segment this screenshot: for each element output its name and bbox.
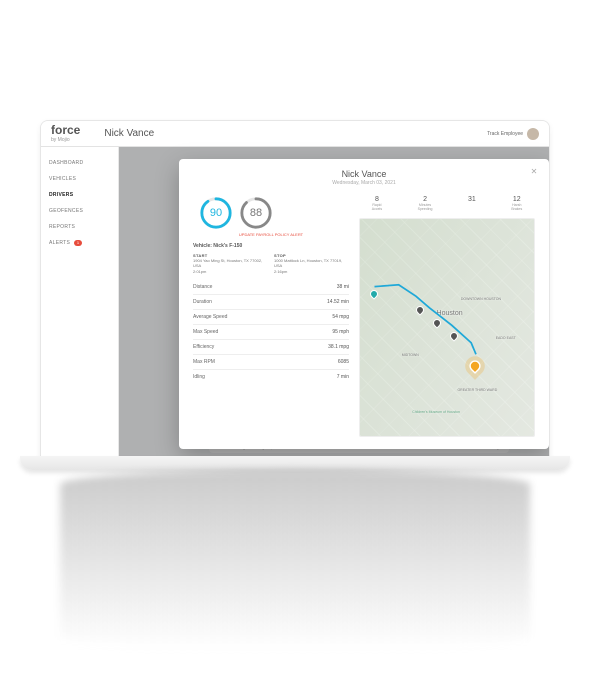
start-time: 2:01pm: [193, 269, 268, 274]
stat-key: Idling: [193, 374, 205, 380]
start-address: 1904 Yao Ming St, Houston, TX 77002, USA: [193, 258, 268, 268]
fuel-score-value: 88: [239, 196, 273, 230]
ev-lab: MinutesSpeeding: [418, 204, 433, 212]
event-rapid-accels: 8RapidAccels: [372, 196, 382, 212]
safe-score-value: 90: [199, 196, 233, 230]
sidebar-item-alerts[interactable]: ALERTS 1: [41, 235, 118, 251]
stat-val: 7 min: [337, 374, 349, 380]
stat-key: Duration: [193, 299, 212, 305]
user-label: Track Employee: [487, 131, 523, 137]
stop-address: 1000 Mattlock Ln, Houston, TX 77019, USA: [274, 258, 349, 268]
stat-key: Efficiency: [193, 344, 214, 350]
event-summary: 8RapidAccels 2MinutesSpeeding 31 12Harsh…: [359, 196, 535, 212]
modal-subtitle: Wednesday, March 03, 2021: [193, 180, 535, 186]
fuel-score-donut: 88: [239, 196, 273, 230]
laptop-shadow: [60, 470, 530, 650]
stat-key: Average Speed: [193, 314, 227, 320]
sidebar-item-reports[interactable]: REPORTS: [41, 219, 118, 235]
start-block: START 1904 Yao Ming St, Houston, TX 7700…: [193, 253, 268, 274]
modal-body: 90 88 UPDATE PAYROLL POLICY ALERT Vehicl…: [193, 196, 535, 437]
stat-row: Average Speed 54 mpg: [193, 310, 349, 325]
stat-val: 6085: [338, 359, 349, 365]
page-title: Nick Vance: [104, 128, 154, 139]
stat-val: 38 mi: [337, 284, 349, 290]
score-caption[interactable]: UPDATE PAYROLL POLICY ALERT: [193, 232, 349, 237]
stat-row: Distance 38 mi: [193, 280, 349, 295]
sidebar-item-vehicles[interactable]: VEHICLES: [41, 171, 118, 187]
stat-row: Duration 14.52 min: [193, 295, 349, 310]
stats-table: Distance 38 mi Duration 14.52 min Average …: [193, 280, 349, 384]
sidebar: DASHBOARD VEHICLES DRIVERS GEOFENCES REP…: [41, 147, 119, 459]
stat-row: Max Speed 95 mph: [193, 325, 349, 340]
ev-num: 12: [511, 196, 522, 203]
stat-val: 54 mpg: [332, 314, 349, 320]
sidebar-item-geofences[interactable]: GEOFENCES: [41, 203, 118, 219]
app-root: force by Mojio Nick Vance Track Employee…: [41, 121, 549, 459]
sidebar-item-drivers[interactable]: DRIVERS: [41, 187, 118, 203]
sidebar-item-dashboard[interactable]: DASHBOARD: [41, 155, 118, 171]
stat-val: 14.52 min: [327, 299, 349, 305]
brand-byline: by Mojio: [51, 137, 80, 143]
modal-title: Nick Vance: [193, 169, 535, 179]
trip-map[interactable]: Houston DOWNTOWN HOUSTON GREATER THIRD W…: [359, 218, 535, 437]
event-unknown: 31: [468, 196, 476, 212]
route-line: [360, 219, 534, 412]
stat-key: Distance: [193, 284, 212, 290]
ev-num: 31: [468, 196, 476, 203]
stop-time: 2:16pm: [274, 269, 349, 274]
ev-lab: [468, 204, 476, 208]
stat-row: Idling 7 min: [193, 370, 349, 384]
event-speeding: 2MinutesSpeeding: [418, 196, 433, 212]
header-right: Track Employee: [487, 128, 539, 140]
main-area: 90 88 91 123 Mission St · San Ramon, CA3…: [119, 147, 549, 459]
safe-score-donut: 90: [199, 196, 233, 230]
stat-val: 38.1 mpg: [328, 344, 349, 350]
address-row: START 1904 Yao Ming St, Houston, TX 7700…: [193, 253, 349, 274]
modal-right-column: 8RapidAccels 2MinutesSpeeding 31 12Harsh…: [359, 196, 535, 437]
stat-key: Max Speed: [193, 329, 218, 335]
avatar[interactable]: [527, 128, 539, 140]
close-icon[interactable]: ✕: [529, 167, 539, 177]
stat-row: Max RPM 6085: [193, 355, 349, 370]
brand-name: force: [51, 123, 80, 137]
vehicle-label: Vehicle: Nick's F-150: [193, 243, 349, 249]
ev-num: 2: [418, 196, 433, 203]
alerts-badge: 1: [74, 240, 83, 246]
stat-key: Max RPM: [193, 359, 215, 365]
app-header: force by Mojio Nick Vance Track Employee: [41, 121, 549, 147]
event-harsh-brakes: 12HarshBrakes: [511, 196, 522, 212]
stat-val: 95 mph: [332, 329, 349, 335]
laptop-frame: force by Mojio Nick Vance Track Employee…: [40, 120, 550, 460]
score-donuts: 90 88: [199, 196, 349, 230]
stop-block: STOP 1000 Mattlock Ln, Houston, TX 77019…: [274, 253, 349, 274]
sidebar-item-label: ALERTS: [49, 240, 70, 246]
ev-num: 8: [372, 196, 382, 203]
trip-detail-modal: ✕ Nick Vance Wednesday, March 03, 2021 9…: [179, 159, 549, 449]
modal-left-column: 90 88 UPDATE PAYROLL POLICY ALERT Vehicl…: [193, 196, 349, 437]
laptop-base: [20, 456, 570, 470]
stat-row: Efficiency 38.1 mpg: [193, 340, 349, 355]
ev-lab: RapidAccels: [372, 204, 382, 212]
brand: force by Mojio: [51, 124, 80, 143]
ev-lab: HarshBrakes: [511, 204, 522, 212]
